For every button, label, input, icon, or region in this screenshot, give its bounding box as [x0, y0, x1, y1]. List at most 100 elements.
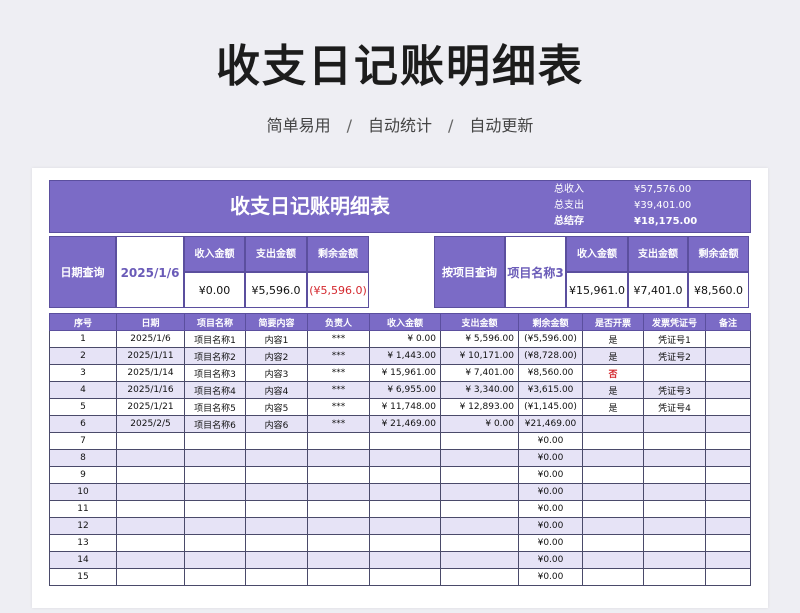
table-cell[interactable] [369, 483, 441, 501]
table-cell[interactable]: 10 [49, 483, 117, 501]
table-cell[interactable] [369, 500, 441, 518]
table-cell[interactable]: 2025/1/16 [116, 381, 185, 399]
table-cell[interactable] [643, 534, 706, 552]
table-cell[interactable] [245, 500, 308, 518]
table-cell[interactable] [307, 432, 370, 450]
table-cell[interactable]: 2025/1/21 [116, 398, 185, 416]
table-cell[interactable] [440, 551, 519, 569]
table-cell[interactable] [705, 534, 751, 552]
table-cell[interactable]: ¥ 12,893.00 [440, 398, 519, 416]
table-cell[interactable]: ¥0.00 [518, 449, 583, 467]
table-cell[interactable]: 凭证号4 [643, 398, 706, 416]
table-cell[interactable] [582, 466, 644, 484]
table-cell[interactable]: 2025/1/11 [116, 347, 185, 365]
table-cell[interactable]: 内容1 [245, 330, 308, 348]
table-cell[interactable] [705, 483, 751, 501]
table-cell[interactable]: 2 [49, 347, 117, 365]
table-cell[interactable] [705, 347, 751, 365]
table-cell[interactable]: 2025/2/5 [116, 415, 185, 433]
table-cell[interactable]: ¥0.00 [518, 483, 583, 501]
table-cell[interactable]: ¥ 11,748.00 [369, 398, 441, 416]
table-cell[interactable] [116, 568, 185, 586]
table-cell[interactable]: ¥21,469.00 [518, 415, 583, 433]
table-cell[interactable]: 4 [49, 381, 117, 399]
table-cell[interactable]: ¥ 10,171.00 [440, 347, 519, 365]
table-cell[interactable]: 项目名称1 [184, 330, 246, 348]
table-cell[interactable]: 是 [582, 347, 644, 365]
table-cell[interactable] [184, 466, 246, 484]
table-cell[interactable] [245, 517, 308, 535]
table-cell[interactable] [582, 432, 644, 450]
table-cell[interactable]: 14 [49, 551, 117, 569]
table-cell[interactable] [440, 432, 519, 450]
table-cell[interactable] [245, 483, 308, 501]
table-cell[interactable]: 是 [582, 330, 644, 348]
table-cell[interactable]: 内容4 [245, 381, 308, 399]
table-cell[interactable]: (¥8,728.00) [518, 347, 583, 365]
table-cell[interactable]: 是 [582, 381, 644, 399]
table-cell[interactable]: 15 [49, 568, 117, 586]
table-cell[interactable] [116, 449, 185, 467]
table-cell[interactable]: 3 [49, 364, 117, 382]
table-cell[interactable] [369, 449, 441, 467]
table-cell[interactable] [643, 415, 706, 433]
table-cell[interactable]: 项目名称5 [184, 398, 246, 416]
table-cell[interactable]: ¥ 7,401.00 [440, 364, 519, 382]
table-cell[interactable] [116, 551, 185, 569]
table-cell[interactable] [184, 500, 246, 518]
table-cell[interactable] [440, 483, 519, 501]
table-cell[interactable]: 项目名称4 [184, 381, 246, 399]
table-cell[interactable]: 1 [49, 330, 117, 348]
table-cell[interactable] [116, 534, 185, 552]
table-cell[interactable] [705, 398, 751, 416]
table-cell[interactable] [369, 551, 441, 569]
table-cell[interactable] [440, 500, 519, 518]
table-cell[interactable] [184, 449, 246, 467]
table-cell[interactable]: ¥0.00 [518, 500, 583, 518]
table-cell[interactable]: 11 [49, 500, 117, 518]
table-cell[interactable] [245, 466, 308, 484]
table-cell[interactable] [184, 534, 246, 552]
table-cell[interactable]: 8 [49, 449, 117, 467]
table-cell[interactable] [369, 517, 441, 535]
table-cell[interactable]: 是 [582, 398, 644, 416]
table-cell[interactable]: ¥ 15,961.00 [369, 364, 441, 382]
table-cell[interactable] [116, 517, 185, 535]
table-cell[interactable]: 项目名称3 [184, 364, 246, 382]
table-cell[interactable] [582, 517, 644, 535]
table-cell[interactable] [582, 449, 644, 467]
table-cell[interactable] [643, 517, 706, 535]
table-cell[interactable] [184, 432, 246, 450]
table-cell[interactable]: 6 [49, 415, 117, 433]
table-cell[interactable] [369, 534, 441, 552]
table-cell[interactable] [440, 517, 519, 535]
table-cell[interactable]: 项目名称2 [184, 347, 246, 365]
table-cell[interactable] [245, 551, 308, 569]
table-cell[interactable] [582, 483, 644, 501]
table-cell[interactable] [705, 449, 751, 467]
table-cell[interactable] [643, 551, 706, 569]
table-cell[interactable] [705, 415, 751, 433]
table-cell[interactable]: *** [307, 381, 370, 399]
table-cell[interactable]: *** [307, 398, 370, 416]
table-cell[interactable]: ¥8,560.00 [518, 364, 583, 382]
table-cell[interactable] [705, 551, 751, 569]
table-cell[interactable] [705, 500, 751, 518]
table-cell[interactable]: ¥3,615.00 [518, 381, 583, 399]
table-cell[interactable] [582, 551, 644, 569]
table-cell[interactable]: ¥ 3,340.00 [440, 381, 519, 399]
table-cell[interactable] [245, 432, 308, 450]
table-cell[interactable] [705, 517, 751, 535]
table-cell[interactable]: (¥5,596.00) [518, 330, 583, 348]
table-cell[interactable] [245, 568, 308, 586]
table-cell[interactable] [440, 534, 519, 552]
table-cell[interactable]: 12 [49, 517, 117, 535]
table-cell[interactable] [245, 449, 308, 467]
table-cell[interactable] [582, 415, 644, 433]
table-cell[interactable] [643, 364, 706, 382]
table-cell[interactable] [705, 568, 751, 586]
table-cell[interactable]: 7 [49, 432, 117, 450]
table-cell[interactable] [705, 466, 751, 484]
table-cell[interactable] [184, 551, 246, 569]
table-cell[interactable] [307, 551, 370, 569]
